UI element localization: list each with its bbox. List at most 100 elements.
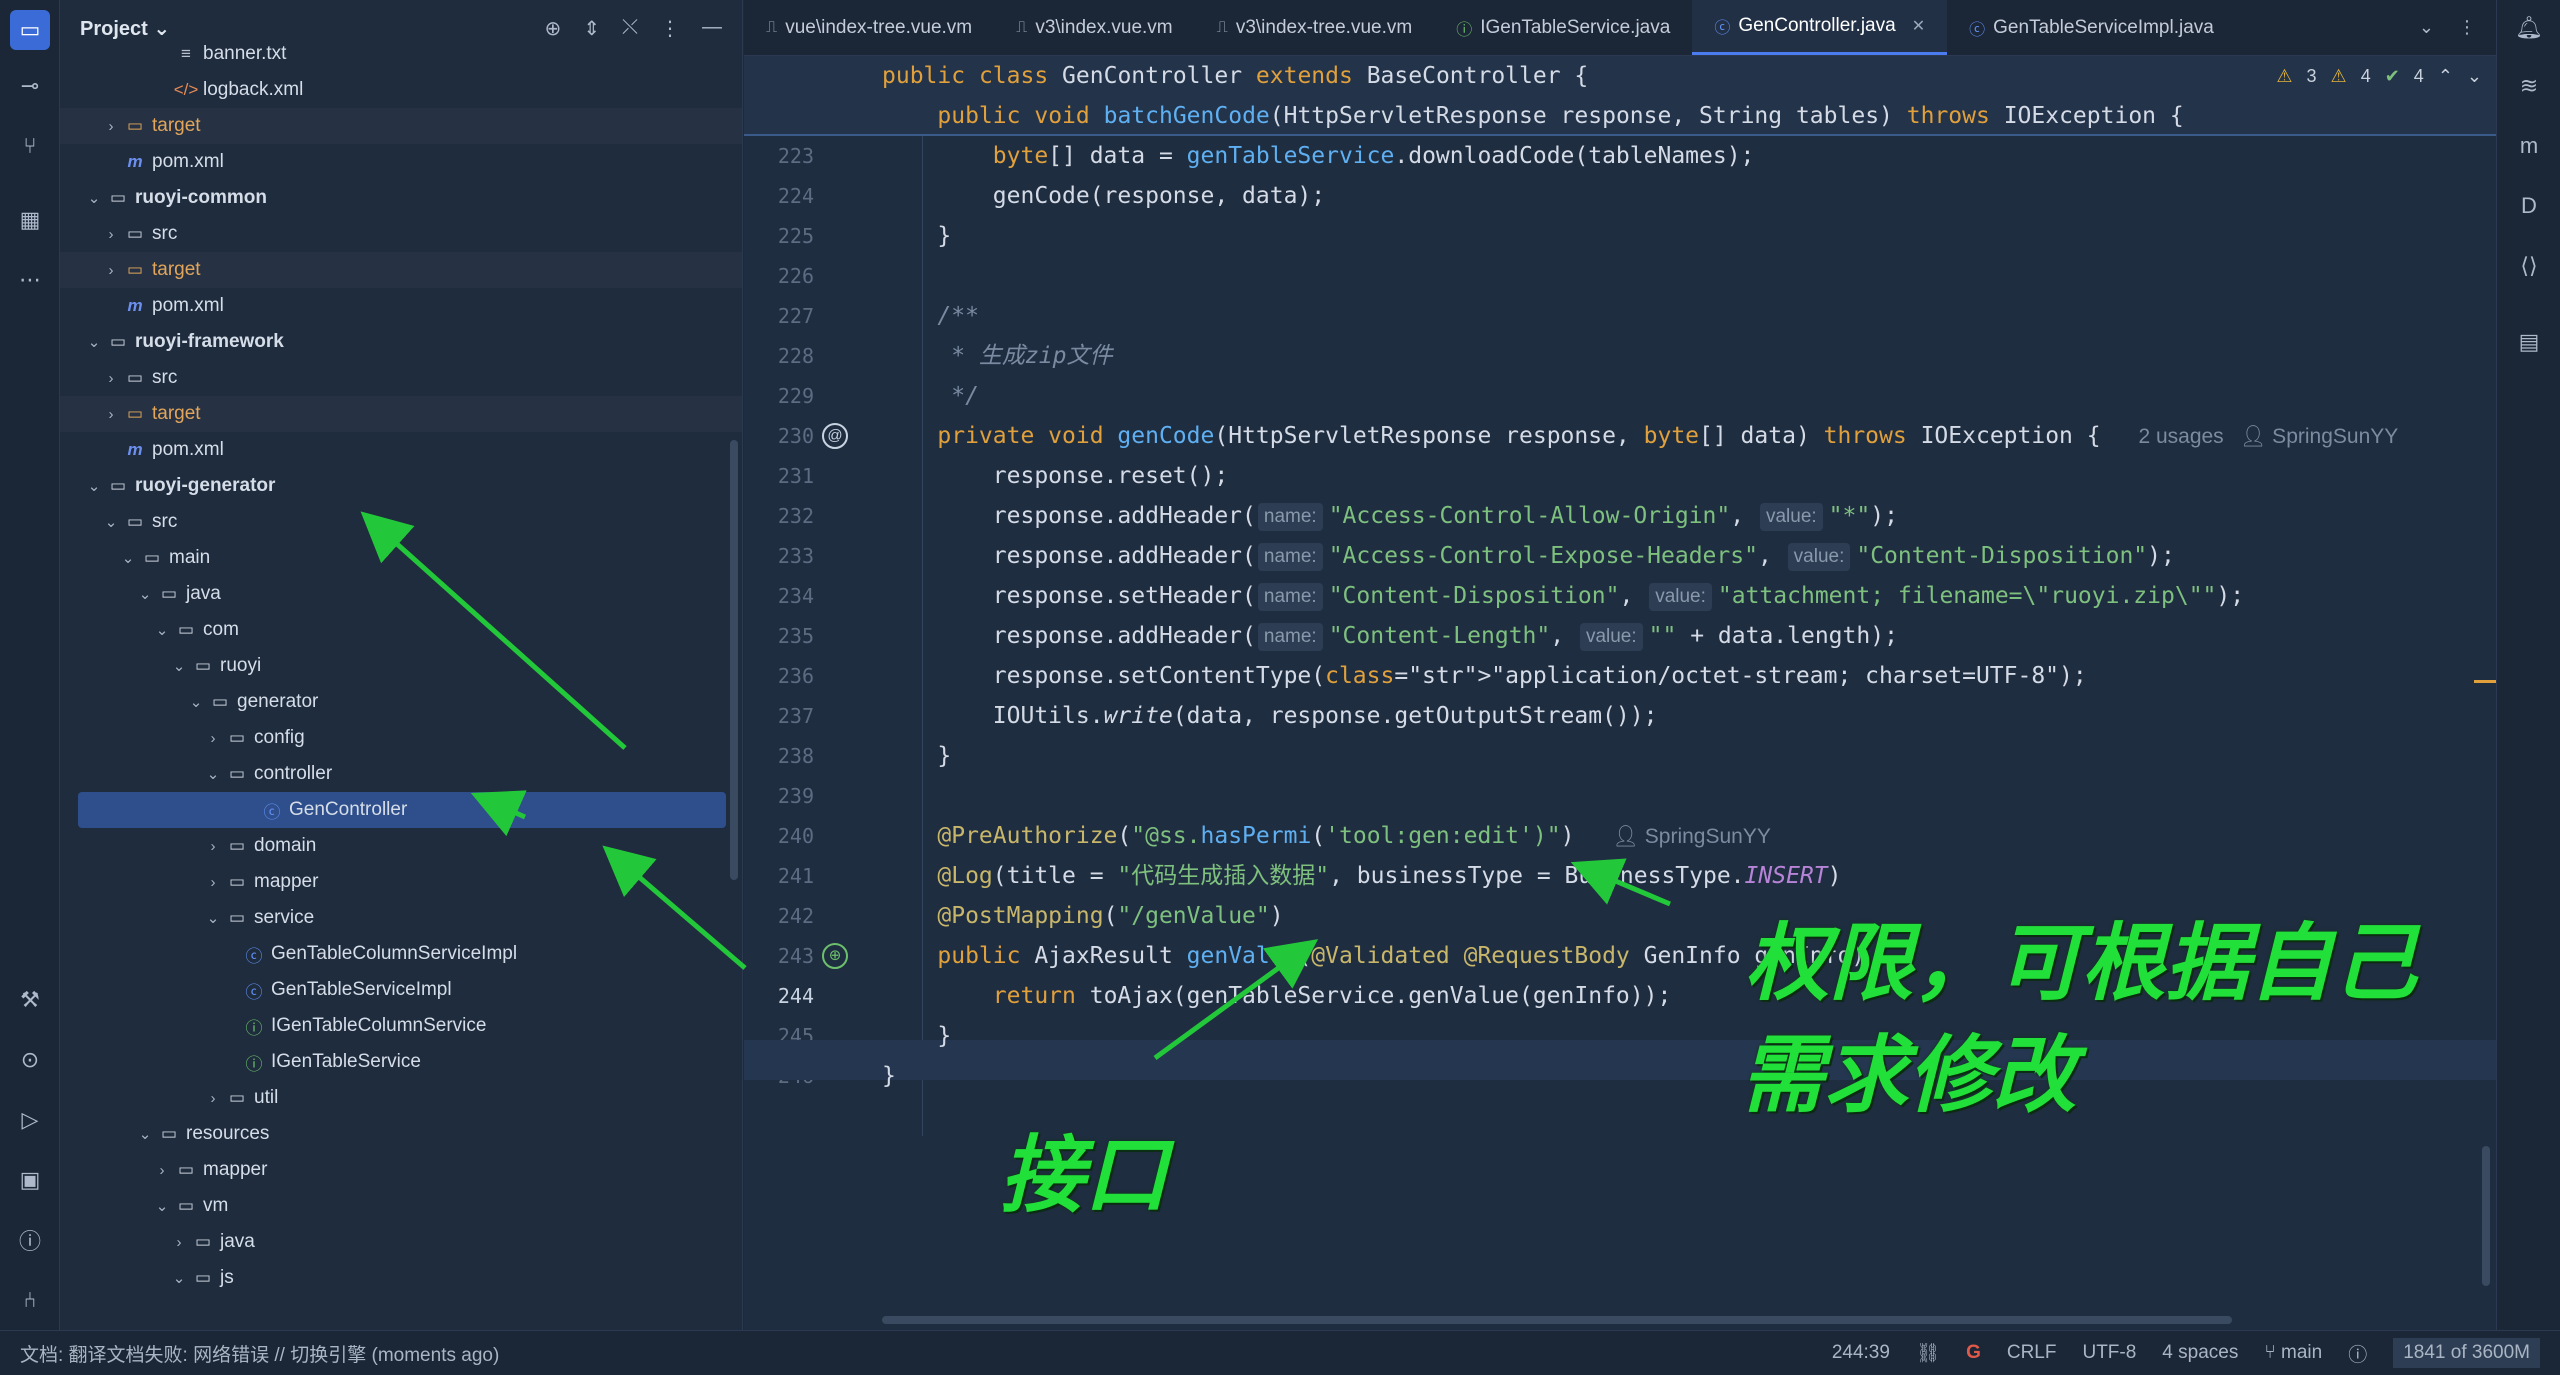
tree-item[interactable]: ⌄ ▭ ruoyi-generator: [60, 468, 742, 504]
chevron-right-icon[interactable]: ›: [151, 1162, 173, 1179]
chevron-down-icon[interactable]: ⌄: [202, 765, 224, 783]
editor-tab[interactable]: ⓘ IGenTableService.java: [1434, 0, 1692, 55]
code-line[interactable]: public class GenController extends BaseC…: [882, 56, 1588, 96]
chevron-down-icon[interactable]: ⌄: [151, 621, 173, 639]
chevron-right-icon[interactable]: ›: [202, 874, 224, 891]
chevron-down-icon[interactable]: ⌄: [117, 549, 139, 567]
tree-item[interactable]: › ▭ mapper: [60, 1152, 742, 1188]
code-line[interactable]: response.setHeader(name: "Content-Disposi…: [882, 576, 2244, 616]
vertical-scrollbar[interactable]: [2482, 1146, 2490, 1286]
code-line[interactable]: /**: [882, 296, 979, 336]
chevron-down-icon[interactable]: ⌄: [185, 693, 207, 711]
build-hammer-icon[interactable]: ⚒: [10, 980, 50, 1020]
tree-item[interactable]: ⓒ GenTableServiceImpl: [60, 972, 742, 1008]
database-icon[interactable]: ≋: [2509, 66, 2549, 106]
tree-item[interactable]: ⌄ ▭ service: [60, 900, 742, 936]
tree-item[interactable]: ⌄ ▭ ruoyi-framework: [60, 324, 742, 360]
tree-item[interactable]: m pom.xml: [60, 288, 742, 324]
chevron-right-icon[interactable]: ›: [100, 406, 122, 423]
project-folder-icon[interactable]: ▭: [10, 10, 50, 50]
endpoints-icon[interactable]: ⟨⟩: [2509, 246, 2549, 286]
services-icon[interactable]: ⊙: [10, 1040, 50, 1080]
event-log-icon[interactable]: ⓘ: [2348, 1340, 2367, 1367]
tree-item[interactable]: › ▭ src: [60, 216, 742, 252]
inspections-widget[interactable]: ⚠ 3 ⚠ 4 ✔ 4 ⌃ ⌄: [2276, 66, 2482, 87]
tree-item[interactable]: ⌄ ▭ src: [60, 504, 742, 540]
tree-item[interactable]: › ▭ domain: [60, 828, 742, 864]
code-line[interactable]: @PostMapping("/genValue"): [882, 896, 1283, 936]
code-line[interactable]: * 生成zip文件: [882, 336, 1112, 376]
tree-item[interactable]: ⓘ IGenTableColumnService: [60, 1008, 742, 1044]
terminal-icon[interactable]: ▣: [10, 1160, 50, 1200]
tree-item[interactable]: m pom.xml: [60, 144, 742, 180]
tree-item[interactable]: › ▭ target: [60, 108, 742, 144]
tree-item[interactable]: ⌄ ▭ controller: [60, 756, 742, 792]
tree-item[interactable]: ⌄ ▭ js: [60, 1260, 742, 1296]
google-translate-icon[interactable]: G: [1966, 1342, 1981, 1364]
chevron-right-icon[interactable]: ›: [100, 370, 122, 387]
editor-tab[interactable]: ⎍ v3\index-tree.vue.vm: [1195, 0, 1435, 55]
warning-marker[interactable]: [2474, 680, 2496, 683]
code-line[interactable]: response.addHeader(name: "Access-Control-…: [882, 496, 1898, 536]
chevron-right-icon[interactable]: ›: [168, 1234, 190, 1251]
d-plugin-icon[interactable]: D: [2509, 186, 2549, 226]
tree-item[interactable]: ⌄ ▭ resources: [60, 1116, 742, 1152]
code-line[interactable]: @PreAuthorize("@ss.hasPermi('tool:gen:ed…: [882, 816, 1770, 856]
next-highlight-icon[interactable]: ⌄: [2467, 66, 2482, 87]
endpoint-globe-icon[interactable]: ⊕: [822, 943, 848, 969]
bookmark-icon[interactable]: ▤: [2509, 322, 2549, 362]
code-line[interactable]: response.addHeader(name: "Access-Control-…: [882, 536, 2175, 576]
tree-item[interactable]: ⌄ ▭ generator: [60, 684, 742, 720]
code-line[interactable]: }: [882, 1056, 896, 1096]
link-icon[interactable]: ⛓: [1916, 1341, 1940, 1365]
chevron-down-icon[interactable]: ⌄: [100, 513, 122, 531]
chevron-down-icon[interactable]: ⌄: [83, 333, 105, 351]
problems-icon[interactable]: ⓘ: [10, 1220, 50, 1260]
code-line[interactable]: public void batchGenCode(HttpServletResp…: [882, 96, 2183, 136]
tree-item[interactable]: › ▭ config: [60, 720, 742, 756]
code-line[interactable]: genCode(response, data);: [882, 176, 1325, 216]
tab-options-icon[interactable]: ⋮: [2458, 17, 2476, 38]
run-icon[interactable]: ▷: [10, 1100, 50, 1140]
chevron-right-icon[interactable]: ›: [100, 118, 122, 135]
tree-item[interactable]: › ▭ target: [60, 396, 742, 432]
tree-item[interactable]: ⌄ ▭ vm: [60, 1188, 742, 1224]
tree-item[interactable]: › ▭ java: [60, 1224, 742, 1260]
code-line[interactable]: response.setContentType(class="str">"app…: [882, 656, 2087, 696]
git-icon[interactable]: ⑃: [10, 1280, 50, 1320]
project-scrollbar[interactable]: [730, 440, 738, 880]
tree-item[interactable]: ⌄ ▭ java: [60, 576, 742, 612]
chevron-right-icon[interactable]: ›: [202, 838, 224, 855]
commit-icon[interactable]: ⊸: [10, 66, 50, 106]
file-encoding[interactable]: UTF-8: [2082, 1342, 2136, 1364]
chevron-down-icon[interactable]: ⌄: [168, 657, 190, 675]
code-line[interactable]: }: [882, 1016, 951, 1056]
chevron-right-icon[interactable]: ›: [100, 262, 122, 279]
close-tab-icon[interactable]: ✕: [1912, 16, 1925, 36]
chevron-right-icon[interactable]: ›: [202, 730, 224, 747]
indent-setting[interactable]: 4 spaces: [2162, 1342, 2238, 1364]
tree-item[interactable]: › ▭ src: [60, 360, 742, 396]
editor-tab[interactable]: ⎍ v3\index.vue.vm: [994, 0, 1195, 55]
git-branch[interactable]: ⑂ main: [2264, 1342, 2322, 1364]
caret-position[interactable]: 244:39: [1832, 1342, 1890, 1364]
prev-highlight-icon[interactable]: ⌃: [2438, 66, 2453, 87]
tree-item[interactable]: </> logback.xml: [60, 72, 742, 108]
chevron-down-icon[interactable]: ⌄: [83, 477, 105, 495]
structure-icon[interactable]: ▦: [10, 200, 50, 240]
code-line[interactable]: private void genCode(HttpServletResponse…: [882, 416, 2398, 456]
tree-item[interactable]: ⓒ GenTableColumnServiceImpl: [60, 936, 742, 972]
code-line[interactable]: public AjaxResult genValue(@Validated @R…: [882, 936, 1865, 976]
chevron-right-icon[interactable]: ›: [202, 1090, 224, 1107]
code-line[interactable]: return toAjax(genTableService.genValue(g…: [882, 976, 1672, 1016]
pull-requests-icon[interactable]: ⑂: [10, 126, 50, 166]
chevron-down-icon[interactable]: ⌄: [202, 909, 224, 927]
tab-list-chevron-icon[interactable]: ⌄: [2419, 17, 2434, 38]
chevron-down-icon[interactable]: ⌄: [168, 1269, 190, 1287]
tree-item[interactable]: ⓘ IGenTableService: [60, 1044, 742, 1080]
tree-item[interactable]: ⓒ GenController: [78, 792, 726, 828]
code-line[interactable]: }: [882, 736, 951, 776]
maven-icon[interactable]: m: [2509, 126, 2549, 166]
usages-at-icon[interactable]: @: [822, 423, 848, 449]
tree-item[interactable]: › ▭ util: [60, 1080, 742, 1116]
